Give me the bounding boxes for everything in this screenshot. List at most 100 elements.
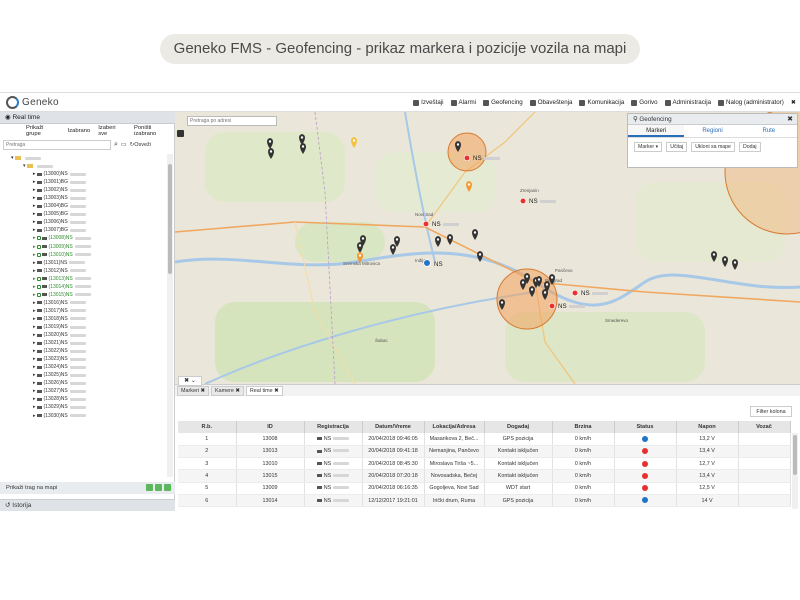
nav-item-1[interactable]: Alarmi <box>450 99 476 106</box>
collapse-panel-button[interactable]: ✖ ⌄ <box>178 376 202 386</box>
close-icon[interactable]: ✖ <box>787 114 793 125</box>
close-icon[interactable]: ✖ <box>234 388 240 394</box>
nav-item-2[interactable]: Geofencing <box>483 99 523 106</box>
column-header[interactable]: Vozač <box>738 421 791 433</box>
trail-clear-button[interactable] <box>164 484 171 491</box>
tree-item[interactable]: ▸ (13012)NS <box>3 267 167 275</box>
tree-item[interactable]: ▸ (13003)NS <box>3 194 167 202</box>
tree-search-input[interactable] <box>3 139 111 150</box>
tree-item[interactable]: ▸ (13026)NS <box>3 379 167 387</box>
vehicle-position-icon[interactable] <box>463 154 471 162</box>
tree-item[interactable]: ▸ (13010)NS <box>3 251 167 259</box>
nav-item-7[interactable]: Nalog (administrator) <box>718 99 784 106</box>
table-scrollbar-thumb[interactable] <box>793 435 797 475</box>
warning-marker-icon[interactable] <box>351 137 357 148</box>
table-row[interactable]: 5 13009 NS 20/04/2018 06:16:35 Gogoljeva, No… <box>178 482 791 495</box>
tree-item[interactable]: ▸ (13011)NS <box>3 259 167 267</box>
tab-markeri[interactable]: Markeri ✖ <box>177 386 209 396</box>
chevron-right-icon[interactable]: ▸ <box>33 340 36 346</box>
realtime-panel-header[interactable]: ◉ Real time <box>0 112 175 124</box>
chevron-right-icon[interactable]: ▸ <box>33 219 36 225</box>
chevron-right-icon[interactable]: ▸ <box>33 380 36 386</box>
tree-item[interactable]: ▸ (13004)BG <box>3 202 167 210</box>
tree-item[interactable]: ▸ (13029)NS <box>3 403 167 411</box>
column-header[interactable]: Lokacija/Adresa <box>424 421 485 433</box>
tree-item[interactable]: ▸ (13030)NS <box>3 412 167 420</box>
tree-item[interactable]: ▸ (13021)NS <box>3 339 167 347</box>
tree-scrollbar-thumb[interactable] <box>168 164 172 274</box>
checked-icon[interactable] <box>36 252 41 257</box>
chevron-right-icon[interactable]: ▸ <box>33 396 36 402</box>
chevron-right-icon[interactable]: ▸ <box>33 292 36 298</box>
remove-from-map-button[interactable]: Ukloni sa mape <box>691 142 735 152</box>
chevron-right-icon[interactable]: ▸ <box>33 300 36 306</box>
column-header[interactable]: Datum/Vreme <box>362 421 425 433</box>
location-marker-icon[interactable] <box>477 251 483 262</box>
tree-item[interactable]: ▸ (13015)NS <box>3 291 167 299</box>
tree-item[interactable]: ▸ (13005)BG <box>3 210 167 218</box>
column-header[interactable]: R.b. <box>178 421 237 433</box>
nav-item-4[interactable]: Komunikacija <box>579 99 624 106</box>
checked-icon[interactable] <box>36 244 41 249</box>
history-panel-header[interactable]: ↺ Istorija <box>0 499 175 511</box>
chevron-right-icon[interactable]: ▸ <box>33 332 36 338</box>
chevron-down-icon[interactable]: ▾ <box>11 155 14 161</box>
table-scrollbar[interactable] <box>792 433 798 509</box>
map-address-search[interactable] <box>187 116 277 126</box>
tree-tool-button-0[interactable]: Prikaži grupe <box>26 125 60 137</box>
checked-icon[interactable] <box>36 276 41 281</box>
trail-options-button[interactable] <box>155 484 162 491</box>
chevron-right-icon[interactable]: ▸ <box>33 187 36 193</box>
table-row[interactable]: 4 13015 NS 20/04/2018 07:20:18 Novosadska, B… <box>178 469 791 483</box>
location-marker-icon[interactable] <box>722 256 728 267</box>
close-icon[interactable]: ✖ <box>273 388 279 394</box>
chevron-right-icon[interactable]: ▸ <box>33 252 36 258</box>
column-header[interactable]: ID <box>236 421 305 433</box>
chevron-right-icon[interactable]: ▸ <box>33 316 36 322</box>
chevron-down-icon[interactable]: ▾ <box>23 163 26 169</box>
chevron-right-icon[interactable]: ▸ <box>33 364 36 370</box>
filter-columns-button[interactable]: Filter kolona <box>750 406 792 417</box>
tree-item[interactable]: ▸ (13023)NS <box>3 355 167 363</box>
column-header[interactable]: Napon <box>676 421 739 433</box>
tree-item[interactable]: ▸ (13008)NS <box>3 234 167 242</box>
tree-scrollbar[interactable] <box>167 154 173 477</box>
chevron-right-icon[interactable]: ▸ <box>33 356 36 362</box>
column-header[interactable]: Brzina <box>552 421 615 433</box>
chevron-right-icon[interactable]: ▸ <box>33 388 36 394</box>
location-marker-icon[interactable] <box>472 229 478 240</box>
chevron-right-icon[interactable]: ▸ <box>33 413 36 419</box>
chevron-right-icon[interactable]: ▸ <box>33 203 36 209</box>
chevron-right-icon[interactable]: ▸ <box>33 404 36 410</box>
geofence-zone[interactable] <box>447 132 487 172</box>
tree-item[interactable]: ▸ (13020)NS <box>3 331 167 339</box>
tree-item[interactable]: ▸ (13019)NS <box>3 323 167 331</box>
chevron-right-icon[interactable]: ▸ <box>33 324 36 330</box>
vehicle-position-icon[interactable] <box>548 302 556 310</box>
nav-item-0[interactable]: Izveštaji <box>413 99 444 106</box>
tree-item[interactable]: ▸ (13009)NS <box>3 243 167 251</box>
tab-real-time[interactable]: Real time ✖ <box>245 386 283 396</box>
nav-item-6[interactable]: Administracija <box>664 99 711 106</box>
chevron-right-icon[interactable]: ▸ <box>33 235 36 241</box>
tree-item[interactable]: ▸ (13018)NS <box>3 315 167 323</box>
chevron-right-icon[interactable]: ▸ <box>33 244 36 250</box>
tree-item[interactable]: ▾ <box>3 154 167 162</box>
checked-icon[interactable] <box>36 284 41 289</box>
vehicle-moving-icon[interactable] <box>423 259 431 267</box>
tree-item[interactable]: ▾ <box>3 162 167 170</box>
tree-item[interactable]: ▸ (13014)NS <box>3 283 167 291</box>
checked-icon[interactable] <box>36 292 41 297</box>
column-header[interactable]: Dogadaj <box>484 421 553 433</box>
collapse-icon[interactable]: ▭ <box>121 141 127 148</box>
search-icon[interactable]: ⌕ <box>114 141 118 149</box>
tree-item[interactable]: ▸ (13006)NS <box>3 218 167 226</box>
table-row[interactable]: 3 13010 NS 20/04/2018 08:45:30 Miroslava Tir… <box>178 457 791 471</box>
tree-item[interactable]: ▸ (13013)NS <box>3 275 167 283</box>
marker-select[interactable]: Marker ▾ <box>634 142 663 152</box>
column-header[interactable]: Status <box>614 421 677 433</box>
chevron-right-icon[interactable]: ▸ <box>33 276 36 282</box>
checked-icon[interactable] <box>36 236 41 241</box>
tab-regioni[interactable]: Regioni <box>684 125 740 137</box>
close-icon[interactable]: ✖ <box>199 388 205 394</box>
